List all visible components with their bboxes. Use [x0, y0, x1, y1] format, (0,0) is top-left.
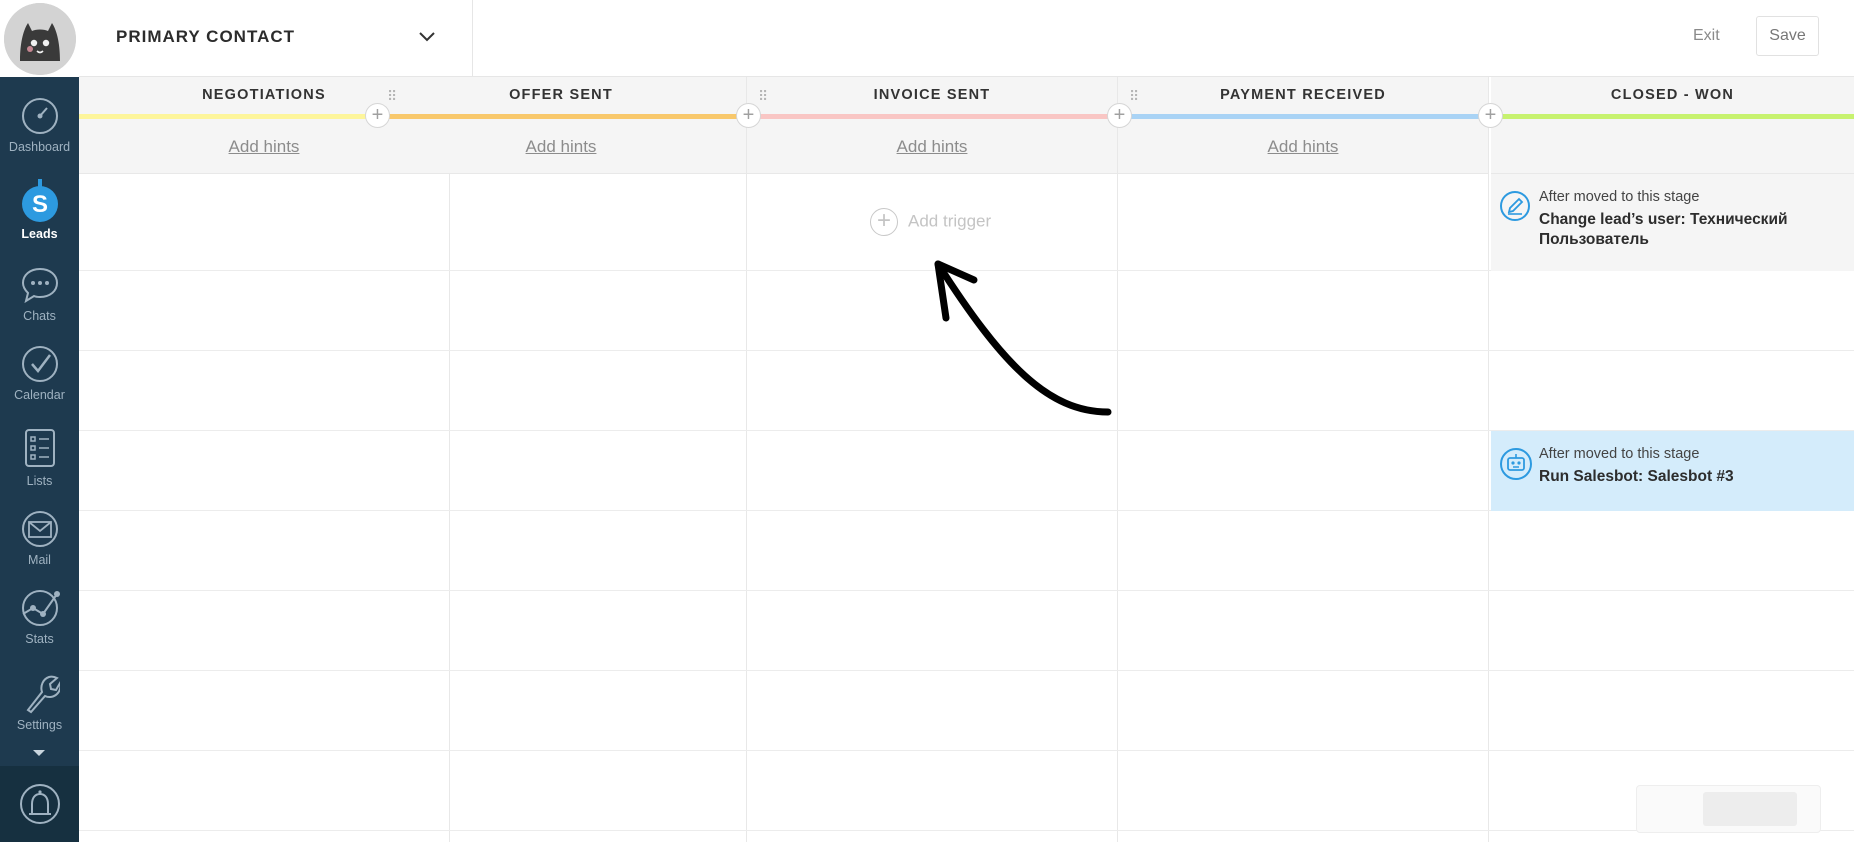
stats-icon [21, 590, 60, 626]
stage-color-bar [1491, 114, 1854, 119]
row-divider [79, 590, 1854, 591]
drag-handle-icon[interactable]: ⠿ [1129, 88, 1139, 105]
trigger-card[interactable]: After moved to this stage Change lead’s … [1491, 174, 1854, 271]
cat-avatar-icon [3, 2, 76, 75]
trigger-card[interactable]: After moved to this stage Run Salesbot: … [1491, 431, 1854, 511]
annotation-arrow-icon [934, 260, 1112, 416]
trigger-action: Change lead’s user: Технический Пользова… [1539, 211, 1788, 248]
stage-column-payment-received: PAYMENT RECEIVED Add hints [1118, 77, 1489, 842]
save-button[interactable]: Save [1756, 16, 1819, 56]
add-hints-link[interactable]: Add hints [747, 137, 1117, 157]
trigger-condition: After moved to this stage [1539, 189, 1700, 205]
sidebar-more-caret-icon[interactable] [33, 750, 45, 756]
nav-dashboard[interactable]: Dashboard [0, 96, 79, 154]
add-trigger-label: Add trigger [908, 211, 992, 231]
sidebar: Dashboard S Leads Chats Calendar Lists M… [0, 0, 79, 842]
stage-title[interactable]: OFFER SENT [376, 87, 746, 103]
robot-icon [1500, 448, 1532, 480]
svg-text:S: S [31, 191, 47, 218]
stage-header: CLOSED - WON [1491, 77, 1854, 174]
chevron-down-icon [419, 32, 435, 42]
nav-settings[interactable]: Settings [0, 670, 79, 732]
stage-column-invoice-sent: INVOICE SENT Add hints [747, 77, 1118, 842]
stage-header: INVOICE SENT Add hints [747, 77, 1117, 174]
nav-mail[interactable]: Mail [0, 509, 79, 567]
nav-calendar-label: Calendar [14, 388, 65, 402]
add-hints-link[interactable]: Add hints [376, 137, 746, 157]
stage-column-offer-sent: OFFER SENT Add hints [376, 77, 747, 842]
nav-chats[interactable]: Chats [0, 265, 79, 323]
stage-title[interactable]: INVOICE SENT [747, 87, 1117, 103]
stage-color-bar [1118, 114, 1488, 119]
nav-leads-label: Leads [21, 227, 58, 241]
nav-calendar[interactable]: Calendar [0, 344, 79, 402]
nav-chats-label: Chats [23, 309, 56, 323]
stage-color-bar [747, 114, 1117, 119]
drag-handle-icon[interactable]: ⠿ [758, 88, 768, 105]
nav-stats-label: Stats [25, 632, 54, 646]
nav-lists-label: Lists [26, 474, 53, 488]
exit-button[interactable]: Exit [1693, 27, 1720, 45]
top-bar: PRIMARY CONTACT Exit Save [79, 0, 1854, 77]
nav-settings-label: Settings [16, 718, 63, 732]
add-stage-button[interactable]: + [1478, 103, 1503, 128]
add-stage-button[interactable]: + [1107, 103, 1132, 128]
add-trigger-button[interactable]: + Add trigger [870, 208, 991, 236]
trigger-condition: After moved to this stage [1539, 446, 1700, 462]
board-minimap[interactable] [1636, 785, 1821, 833]
stage-header: PAYMENT RECEIVED Add hints [1118, 77, 1488, 174]
chats-icon [21, 267, 58, 304]
nav-stats[interactable]: Stats [0, 588, 79, 646]
avatar-wrap[interactable] [0, 0, 79, 77]
calendar-icon [21, 346, 58, 382]
row-divider [79, 750, 1854, 751]
leads-icon: S [21, 179, 58, 222]
stage-header: OFFER SENT Add hints [376, 77, 746, 174]
minimap-viewport[interactable] [1703, 792, 1797, 826]
avatar[interactable] [3, 2, 76, 75]
trigger-action: Run Salesbot: Salesbot #3 [1539, 468, 1734, 485]
nav-dashboard-label: Dashboard [8, 140, 71, 154]
add-stage-button[interactable]: + [365, 103, 390, 128]
add-hints-link[interactable]: Add hints [1118, 137, 1488, 157]
bell-icon [20, 784, 60, 824]
row-divider [79, 670, 1854, 671]
primary-contact-label: PRIMARY CONTACT [116, 27, 296, 46]
add-stage-button[interactable]: + [736, 103, 761, 128]
stage-color-bar [376, 114, 746, 119]
drag-handle-icon[interactable]: ⠿ [387, 88, 397, 105]
plus-circle-icon: + [870, 208, 898, 236]
dashboard-icon [21, 98, 58, 134]
mail-icon [21, 511, 58, 547]
nav-notifications[interactable] [0, 766, 79, 842]
stage-title[interactable]: PAYMENT RECEIVED [1118, 87, 1488, 103]
nav-mail-label: Mail [28, 553, 51, 567]
stage-title[interactable]: CLOSED - WON [1491, 87, 1854, 103]
row-divider [79, 830, 1854, 831]
edit-icon [1500, 191, 1530, 221]
primary-contact-select[interactable]: PRIMARY CONTACT [79, 0, 473, 77]
app-root: Dashboard S Leads Chats Calendar Lists M… [0, 0, 1854, 842]
nav-leads[interactable]: S Leads [0, 179, 79, 241]
nav-lists[interactable]: Lists [0, 426, 79, 488]
settings-icon [26, 675, 60, 714]
lists-icon [24, 429, 55, 467]
